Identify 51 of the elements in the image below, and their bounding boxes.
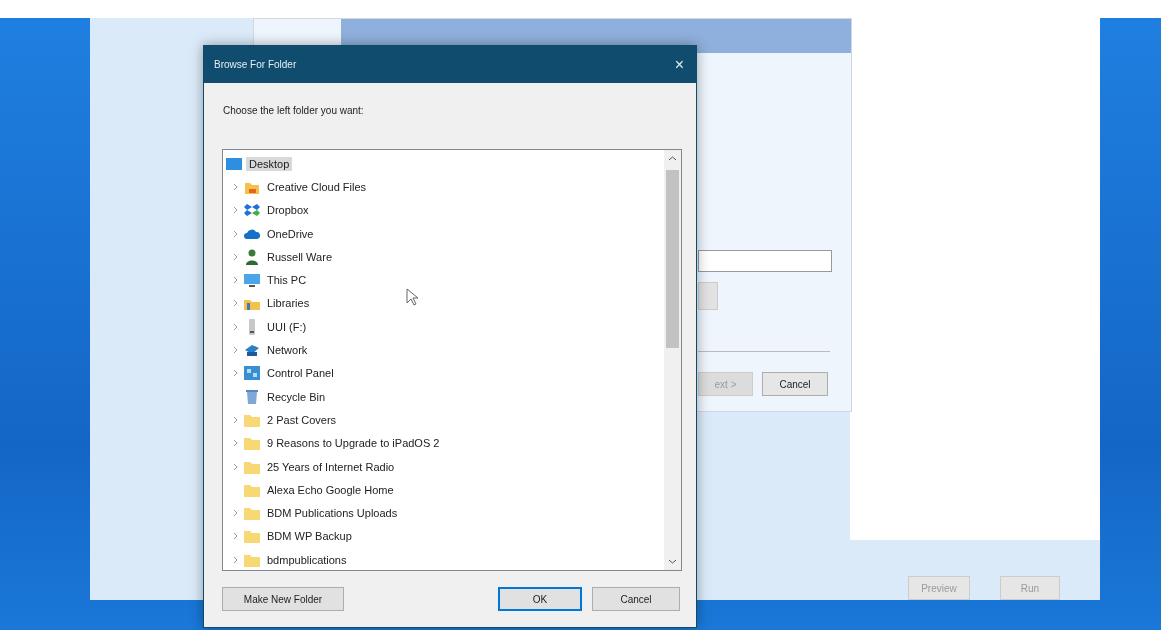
tree-item[interactable]: Creative Cloud Files	[264, 179, 370, 194]
pc-icon	[243, 271, 261, 290]
cancel-button[interactable]: Cancel	[592, 587, 680, 611]
chevron-icon[interactable]	[232, 299, 238, 308]
user-icon	[243, 247, 261, 266]
recycle-bin-icon	[243, 387, 261, 406]
tree-item[interactable]: UUI (F:)	[264, 319, 310, 334]
tree-item[interactable]: 2 Past Covers	[264, 412, 340, 427]
chevron-icon[interactable]	[232, 369, 238, 378]
tree-item[interactable]: OneDrive	[264, 226, 317, 241]
new-folder-button[interactable]: Make New Folder	[222, 587, 344, 611]
chevron-icon[interactable]	[232, 462, 238, 471]
tree-item[interactable]: Alexa Echo Google Home	[264, 482, 397, 497]
tree-item[interactable]: Russell Ware	[264, 249, 335, 264]
chevron-icon[interactable]	[232, 276, 238, 285]
tree-item[interactable]: Control Panel	[264, 366, 337, 381]
tree-item[interactable]: Desktop	[246, 156, 293, 171]
chevron-icon[interactable]	[232, 229, 238, 238]
tree-item[interactable]: Network	[264, 343, 311, 357]
browse-button[interactable]	[698, 282, 718, 310]
scroll-down-icon[interactable]	[668, 559, 677, 564]
tree-item[interactable]: This PC	[264, 273, 310, 288]
chevron-icon[interactable]	[232, 532, 238, 541]
close-button[interactable]: ×	[670, 55, 688, 74]
tree-item[interactable]: 25 Years of Internet Radio	[264, 459, 398, 474]
input-field[interactable]	[698, 250, 832, 272]
scrollbar-thumb[interactable]	[666, 170, 679, 348]
chevron-icon[interactable]	[232, 322, 238, 331]
chevron-icon[interactable]	[232, 346, 238, 354]
chevron-icon[interactable]	[232, 439, 238, 448]
tree-item[interactable]: BDM WP Backup	[264, 529, 355, 544]
tree-item[interactable]: 9 Reasons to Upgrade to iPadOS 2	[264, 436, 443, 451]
tree-item[interactable]: Dropbox	[264, 203, 312, 218]
control-panel-icon	[243, 364, 261, 383]
window-title: Browse For Folder	[214, 59, 297, 70]
tree-item[interactable]: bdmpublications	[264, 552, 350, 567]
cancel-button[interactable]: Cancel	[762, 372, 828, 396]
ok-button[interactable]: OK	[498, 587, 582, 611]
tree-item[interactable]: Recycle Bin	[264, 389, 329, 404]
tree-item[interactable]: BDM Publications Uploads	[264, 506, 401, 521]
chevron-icon[interactable]	[232, 555, 238, 564]
chevron-icon[interactable]	[232, 509, 238, 518]
scrollbar[interactable]	[664, 150, 681, 570]
mouse-pointer-icon	[406, 288, 418, 306]
prompt-text: Choose the left folder you want:	[223, 105, 364, 116]
chevron-icon[interactable]	[232, 415, 238, 424]
tree-item[interactable]: Libraries	[264, 296, 313, 311]
chevron-icon[interactable]	[232, 182, 238, 191]
chevron-icon[interactable]	[232, 206, 238, 215]
chevron-icon[interactable]	[232, 252, 238, 261]
scroll-up-icon[interactable]	[668, 156, 677, 161]
